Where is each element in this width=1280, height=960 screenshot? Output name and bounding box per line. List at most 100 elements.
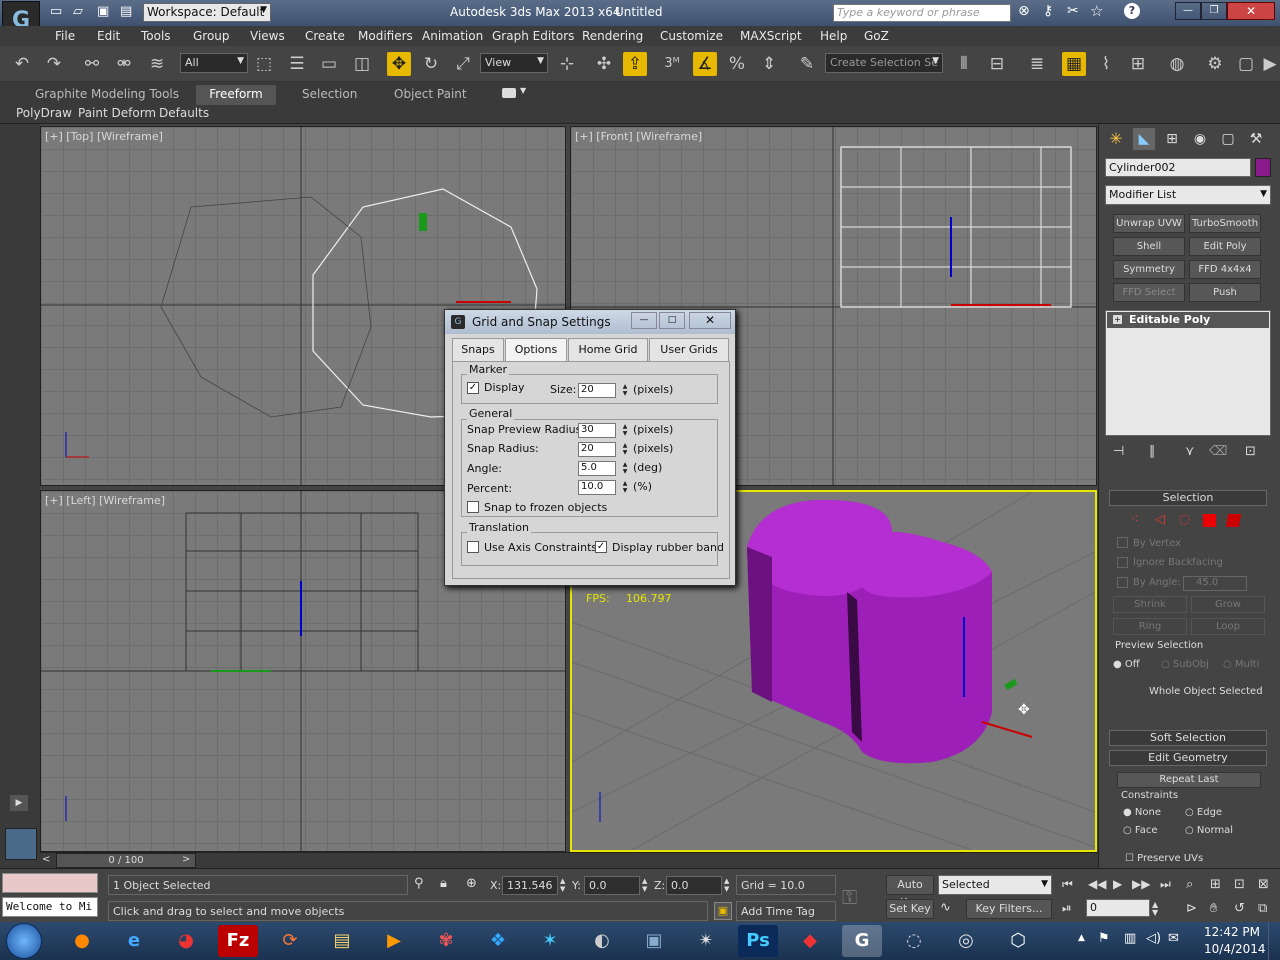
dialog-close-button[interactable]: ✕	[689, 312, 731, 329]
shell-button[interactable]: Shell	[1113, 237, 1185, 256]
unity-icon[interactable]: ⬡	[998, 925, 1038, 957]
mirror-icon[interactable]: ⫴	[952, 52, 976, 76]
select-by-name-icon[interactable]: ☰	[285, 52, 309, 76]
percent-snap-icon[interactable]: %	[725, 52, 749, 76]
object-color-swatch[interactable]	[1255, 158, 1271, 177]
menu-modifiers[interactable]: Modifiers	[358, 29, 413, 43]
ribbon-tab-object-paint[interactable]: Object Paint	[394, 87, 467, 101]
goto-end-icon[interactable]: ⏭	[1160, 877, 1171, 892]
workspace-combo[interactable]: Workspace: Default ▼	[143, 3, 271, 22]
snap-frozen-checkbox[interactable]	[467, 501, 479, 513]
terminal-icon[interactable]: ▣	[634, 925, 674, 957]
key-mode-toggle-icon[interactable]: ⏯	[1062, 901, 1072, 916]
modify-tab-icon[interactable]: ◣	[1133, 128, 1155, 150]
time-slider[interactable]: < 0 / 100 >	[40, 852, 1098, 868]
configure-modifiers-icon[interactable]: ⊡	[1245, 444, 1256, 459]
viewport-left-label[interactable]: [+] [Left] [Wireframe]	[45, 494, 165, 507]
viewport-layout-grid-icon[interactable]	[5, 828, 37, 860]
open-file-icon[interactable]: ▱	[73, 4, 83, 19]
tray-time[interactable]: 12:42 PM	[1204, 925, 1260, 939]
preserve-uvs-checkbox[interactable]: ☐ Preserve UVs	[1125, 853, 1203, 864]
internet-explorer-icon[interactable]: e	[114, 925, 154, 957]
dialog-minimize-button[interactable]: —	[631, 312, 657, 329]
edit-geometry-rollout-header[interactable]: Edit Geometry	[1109, 750, 1267, 766]
field-of-view-icon[interactable]: ⊳	[1186, 901, 1197, 916]
menu-group[interactable]: Group	[193, 29, 230, 43]
snap-preview-radius-spinner[interactable]: ▲ ▼	[621, 423, 629, 438]
viewport-layout-expand-icon[interactable]: ▶	[10, 795, 28, 811]
preview-multi-radio[interactable]: ○ Multi	[1223, 659, 1259, 670]
ribbon-tab-freeform[interactable]: Freeform	[196, 85, 276, 105]
preview-off-radio[interactable]: ● Off	[1113, 659, 1140, 670]
constraint-normal-radio[interactable]: ○ Normal	[1185, 825, 1233, 836]
photoshop-icon[interactable]: Ps	[738, 925, 778, 957]
push-button[interactable]: Push	[1189, 283, 1261, 302]
turbosmooth-button[interactable]: TurboSmooth	[1189, 214, 1261, 233]
manipulate-icon[interactable]: ✣	[592, 52, 616, 76]
set-key-big-icon[interactable]: ⚿	[842, 885, 857, 909]
preview-subobj-radio[interactable]: ○ SubObj	[1161, 659, 1209, 670]
angle-spinner[interactable]: ▲ ▼	[621, 461, 629, 476]
ffd-select-button[interactable]: FFD Select	[1113, 283, 1185, 302]
schematic-view-icon[interactable]: ⊞	[1126, 52, 1150, 76]
material-editor-icon[interactable]: ◍	[1165, 52, 1189, 76]
isolate-icon[interactable]: ⚲	[414, 876, 424, 891]
tray-misc-icon[interactable]: ✉	[1168, 931, 1179, 946]
align-icon[interactable]: ⊟	[985, 52, 1009, 76]
close-button[interactable]: ✕	[1227, 2, 1275, 20]
time-slider-thumb[interactable]: 0 / 100	[56, 853, 196, 868]
maxscript-listener-top[interactable]	[2, 873, 98, 893]
figure-app-icon[interactable]: ✴	[686, 925, 726, 957]
by-vertex-checkbox[interactable]	[1117, 537, 1128, 548]
percent-spinner[interactable]: ▲ ▼	[621, 480, 629, 495]
named-selection-combo[interactable]: Create Selection Se ▼	[825, 53, 943, 73]
sketchbook-icon[interactable]: ◆	[790, 925, 830, 957]
start-button[interactable]	[6, 923, 42, 959]
edge-mode-icon[interactable]: ◁	[1155, 512, 1165, 527]
zoom-icon[interactable]: ⌕	[1186, 877, 1193, 892]
size-spinner[interactable]: ▲ ▼	[621, 383, 629, 398]
vertex-mode-icon[interactable]: ⁖	[1131, 512, 1139, 527]
chrome-icon[interactable]: ◕	[166, 925, 206, 957]
render-production-icon[interactable]: ▶	[1262, 52, 1278, 76]
ref-coord-combo[interactable]: View ▼	[480, 53, 548, 73]
menu-help[interactable]: Help	[820, 29, 847, 43]
rect-selection-icon[interactable]: ▭	[317, 52, 341, 76]
undo-icon[interactable]: ↶	[10, 52, 34, 76]
zbrush-icon[interactable]: ◐	[582, 925, 622, 957]
time-config-icon[interactable]: ▲ ▼	[1152, 901, 1158, 917]
snap-radius-field[interactable]: 20	[578, 442, 616, 457]
firefox-icon[interactable]: ●	[62, 925, 102, 957]
set-key-button[interactable]: Set Key	[886, 899, 934, 919]
curve-editor-icon[interactable]: ⌇	[1094, 52, 1118, 76]
menu-goz[interactable]: GoZ	[864, 29, 889, 43]
menu-maxscript[interactable]: MAXScript	[740, 29, 802, 43]
play-icon[interactable]: ▶	[1113, 877, 1122, 891]
select-move-icon[interactable]: ✥	[387, 52, 411, 76]
display-checkbox[interactable]: ✓	[467, 382, 479, 394]
ribbon-tab-graphite[interactable]: Graphite Modeling Tools	[35, 87, 179, 101]
tab-user-grids[interactable]: User Grids	[649, 338, 729, 362]
subscription-icon[interactable]: ✂	[1067, 3, 1079, 19]
constraint-none-radio[interactable]: ● None	[1123, 807, 1161, 818]
modifier-list-combo[interactable]: Modifier List ▼	[1105, 185, 1271, 205]
dropbox-icon[interactable]: ❖	[478, 925, 518, 957]
render-frame-icon[interactable]: ▢	[1234, 52, 1258, 76]
menu-file[interactable]: File	[55, 29, 75, 43]
tray-chevron-icon[interactable]: ▲	[1078, 933, 1085, 943]
symmetry-button[interactable]: Symmetry	[1113, 260, 1185, 279]
polygon-mode-icon[interactable]	[1203, 514, 1216, 527]
viewport-front-label[interactable]: [+] [Front] [Wireframe]	[575, 130, 702, 143]
percent-field[interactable]: 10.0	[578, 480, 616, 495]
next-frame-icon[interactable]: ▶▶	[1132, 877, 1150, 891]
edit-poly-button[interactable]: Edit Poly	[1189, 237, 1261, 256]
render-setup-icon[interactable]: ⚙	[1203, 52, 1227, 76]
tab-home-grid[interactable]: Home Grid	[568, 338, 648, 362]
show-end-result-icon[interactable]: ∥	[1149, 444, 1156, 459]
selection-lock-icon[interactable]: 🔒︎	[440, 876, 447, 891]
menu-customize[interactable]: Customize	[660, 29, 723, 43]
zoom-extents-icon[interactable]: ⊡	[1234, 877, 1245, 892]
constraint-edge-radio[interactable]: ○ Edge	[1185, 807, 1222, 818]
ribbon-tab-selection[interactable]: Selection	[302, 87, 357, 101]
absolute-mode-icon[interactable]: ⊕	[466, 876, 477, 891]
